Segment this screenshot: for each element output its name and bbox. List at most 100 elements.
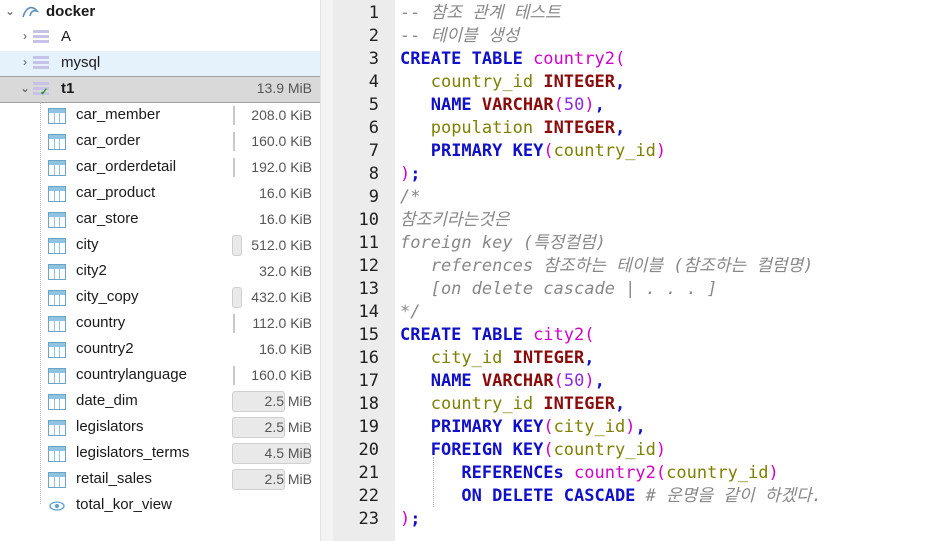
tree-node-table[interactable]: car_store 16.0 KiB [0, 207, 320, 233]
table-icon [48, 186, 66, 202]
chevron-down-icon[interactable]: ⌄ [4, 4, 16, 18]
code-line[interactable]: */ [400, 301, 420, 324]
tree-node-table[interactable]: car_product 16.0 KiB [0, 181, 320, 207]
tree-node-table[interactable]: car_orderdetail 192.0 KiB [0, 155, 320, 181]
code-token: ) [584, 95, 595, 115]
line-number: 20 [358, 440, 379, 460]
code-line[interactable]: PRIMARY KEY(country_id) [400, 140, 666, 163]
code-line[interactable]: ); [400, 508, 421, 531]
code-line[interactable]: REFERENCEs country2(country_id) [400, 462, 778, 485]
tree-node-table[interactable]: date_dim 2.5 MiB [0, 389, 320, 415]
line-number: 19 [358, 417, 379, 437]
code-line[interactable]: references 참조하는 테이블 (참조하는 컬럼명) [400, 255, 814, 278]
tree-node-table[interactable]: car_order 160.0 KiB [0, 129, 320, 155]
tree-node-table[interactable]: car_member 208.0 KiB [0, 103, 320, 129]
code-line[interactable]: CREATE TABLE country2( [400, 48, 625, 71]
table-size: 112.0 KiB [252, 315, 312, 331]
code-token: ) [625, 417, 636, 437]
code-token: ( [614, 49, 626, 69]
tree-node-db-a[interactable]: › A [0, 25, 320, 51]
tree-node-table[interactable]: countrylanguage 160.0 KiB [0, 363, 320, 389]
indent-guide [433, 457, 434, 507]
table-size: 512.0 KiB [251, 237, 312, 253]
code-token: , [614, 72, 626, 92]
tree-node-table[interactable]: country2 16.0 KiB [0, 337, 320, 363]
tree-node-view[interactable]: total_kor_view [0, 493, 320, 519]
line-number: 9 [368, 187, 379, 207]
code-line[interactable]: FOREIGN KEY(country_id) [400, 439, 666, 462]
code-line[interactable]: foreign key (특정컬럼) [400, 232, 606, 255]
tree-node-table[interactable]: legislators_terms 4.5 MiB [0, 441, 320, 467]
line-number: 17 [358, 371, 379, 391]
code-token: ; [410, 164, 421, 184]
table-icon [48, 238, 66, 254]
table-size: 160.0 KiB [251, 367, 312, 383]
table-label: legislators [76, 418, 144, 435]
panel-splitter[interactable] [320, 0, 334, 541]
code-line[interactable]: 참조키라는것은 [400, 209, 509, 232]
table-icon [48, 446, 66, 462]
sql-editor[interactable]: 1 2 3 4 5 6 7 8 9 10 11 12 13 14 15 16 17 18 19 20 21 22 23 --… [333, 0, 934, 541]
code-line[interactable]: -- 테이블 생성 [400, 25, 519, 48]
table-size: 32.0 KiB [259, 263, 312, 279]
code-line[interactable]: NAME VARCHAR(50), [400, 370, 605, 393]
tree-node-table[interactable]: city_copy 432.0 KiB [0, 285, 320, 311]
code-token: foreign key (특정컬럼) [400, 233, 606, 253]
code-token: country2 [574, 463, 656, 483]
chevron-right-icon[interactable]: › [19, 55, 31, 69]
code-token: PRIMARY KEY [430, 141, 544, 161]
code-line[interactable]: CREATE TABLE city2( [400, 324, 595, 347]
tree-node-table[interactable]: city 512.0 KiB [0, 233, 320, 259]
table-label: country2 [76, 340, 134, 357]
code-token: VARCHAR [481, 95, 554, 115]
table-icon [48, 160, 66, 176]
line-number: 23 [358, 509, 379, 529]
tree-node-table[interactable]: legislators 2.5 MiB [0, 415, 320, 441]
code-line[interactable]: PRIMARY KEY(city_id), [400, 416, 646, 439]
table-icon [48, 394, 66, 410]
tree-node-table[interactable]: city2 32.0 KiB [0, 259, 320, 285]
code-line[interactable]: population INTEGER, [400, 117, 626, 140]
code-token: PRIMARY KEY [430, 417, 544, 437]
code-line[interactable]: [on delete cascade | . . . ] [400, 278, 718, 301]
code-line[interactable]: city_id INTEGER, [400, 347, 595, 370]
code-token: NAME [430, 95, 472, 115]
size-bar [233, 106, 235, 125]
tree-node-db-t1[interactable]: ⌄ ✓ t1 13.9 MiB [0, 76, 320, 103]
table-size: 16.0 KiB [259, 211, 312, 227]
code-token: 참조키라는것은 [400, 210, 510, 230]
table-icon [48, 108, 66, 124]
code-line[interactable]: ON DELETE CASCADE # 운명을 같이 하겠다. [400, 485, 822, 508]
object-tree-panel: ⌄ docker › A › mysql ⌄ ✓ t1 13.9 MiB car… [0, 0, 320, 541]
line-number: 4 [368, 72, 379, 92]
code-line[interactable]: -- 참조 관계 테스트 [400, 2, 561, 25]
code-line[interactable]: NAME VARCHAR(50), [400, 94, 605, 117]
tree-node-table[interactable]: country 112.0 KiB [0, 311, 320, 337]
code-line[interactable]: /* [400, 186, 420, 209]
code-token: REFERENCEs [461, 463, 575, 483]
tree-node-db-mysql[interactable]: › mysql [0, 51, 320, 77]
tree-node-table[interactable]: retail_sales 2.5 MiB [0, 467, 320, 493]
code-token: country2 [533, 49, 615, 69]
chevron-right-icon[interactable]: › [19, 29, 31, 43]
code-line[interactable]: country_id INTEGER, [400, 393, 626, 416]
chevron-down-icon[interactable]: ⌄ [19, 81, 31, 95]
table-label: car_member [76, 106, 161, 123]
check-icon: ✓ [40, 87, 49, 98]
code-token: ( [543, 440, 554, 460]
table-label: city2 [76, 262, 107, 279]
code-token: , [614, 394, 626, 414]
code-token: city_id [430, 348, 503, 368]
code-token: NAME [430, 371, 472, 391]
line-number-gutter: 1 2 3 4 5 6 7 8 9 10 11 12 13 14 15 16 17 18 19 20 21 22 23 [333, 0, 395, 541]
code-line[interactable]: ); [400, 163, 421, 186]
table-size: 2.5 MiB [264, 419, 312, 435]
code-token: country_id [553, 141, 656, 161]
line-number: 8 [368, 164, 379, 184]
line-number: 3 [368, 49, 379, 69]
code-line[interactable]: country_id INTEGER, [400, 71, 626, 94]
tree-node-docker[interactable]: ⌄ docker [0, 0, 320, 26]
